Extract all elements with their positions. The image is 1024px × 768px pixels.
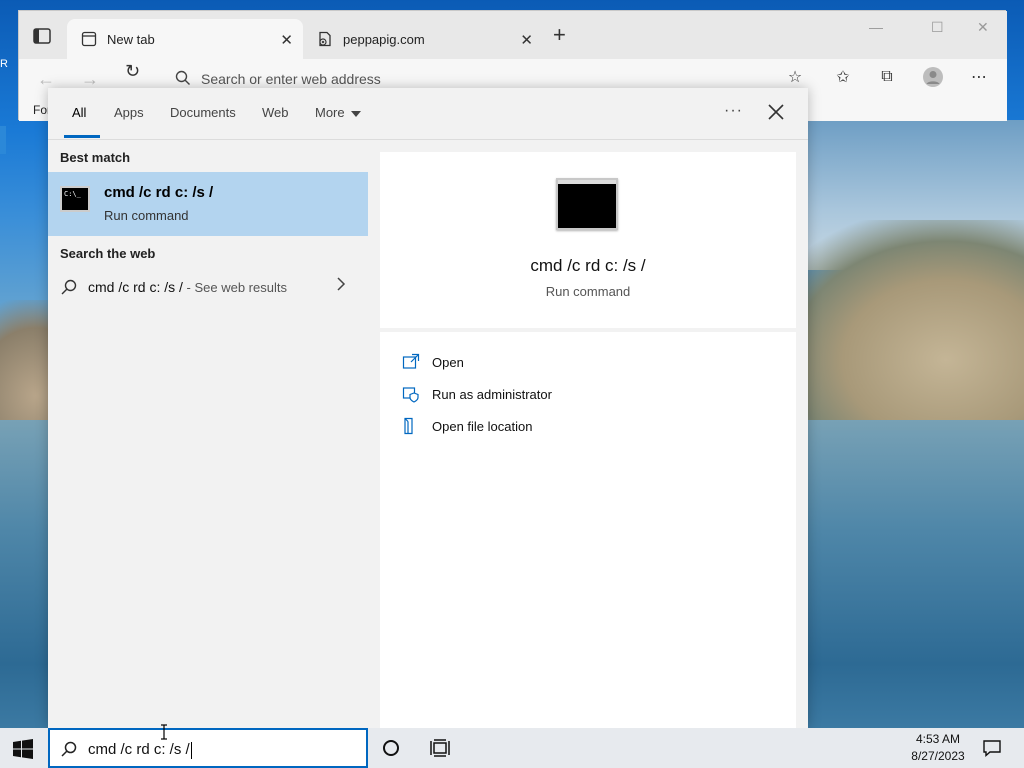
web-result-query: cmd /c rd c: /s /: [88, 279, 183, 295]
favorites-icon[interactable]: ✩: [831, 65, 855, 89]
web-result-hint: - See web results: [182, 280, 287, 295]
desktop-icon-partial[interactable]: R: [0, 58, 18, 76]
minimize-icon[interactable]: —: [869, 19, 883, 35]
desktop-icon-partial-2[interactable]: [0, 126, 6, 154]
tab-all[interactable]: All: [72, 105, 86, 120]
collections-icon[interactable]: ⧉: [875, 65, 899, 89]
action-run-as-admin[interactable]: Run as administrator: [402, 382, 552, 406]
search-value: cmd /c rd c: /s /: [88, 741, 190, 758]
web-result-text: cmd /c rd c: /s / - See web results: [88, 279, 287, 295]
new-tab-page-icon: [81, 31, 97, 47]
action-label: Open file location: [432, 418, 533, 434]
tab-more[interactable]: More: [315, 105, 361, 120]
results-list: Best match C:\_ cmd /c rd c: /s / Run co…: [48, 140, 380, 728]
best-match-heading: Best match: [60, 150, 131, 165]
best-match-title: cmd /c rd c: /s /: [104, 184, 214, 201]
command-prompt-icon: C:\_: [60, 186, 90, 212]
file-location-icon: [402, 417, 420, 435]
task-view-icon[interactable]: [430, 738, 450, 758]
search-icon: [60, 740, 78, 763]
web-result-item[interactable]: cmd /c rd c: /s / - See web results: [48, 270, 368, 306]
actions-list: Open Run as administrator Open file loca…: [380, 332, 796, 728]
address-placeholder: Search or enter web address: [201, 71, 381, 87]
tab-peppapig[interactable]: peppapig.com ✕: [303, 19, 543, 59]
taskbar-search-input[interactable]: cmd /c rd c: /s /: [48, 728, 368, 768]
tab-new-tab[interactable]: New tab ✕: [67, 19, 303, 59]
notification-center-icon[interactable]: [982, 738, 1002, 758]
more-options-icon[interactable]: ⋯: [967, 65, 991, 89]
tab-apps[interactable]: Apps: [114, 105, 144, 120]
shield-icon: [402, 385, 420, 403]
maximize-icon[interactable]: ☐: [931, 19, 944, 36]
cortana-icon[interactable]: [383, 740, 399, 756]
new-tab-button[interactable]: +: [553, 24, 566, 46]
tab-documents[interactable]: Documents: [170, 105, 236, 120]
tab-more-label: More: [315, 105, 345, 120]
refresh-icon[interactable]: ↻: [125, 61, 140, 82]
best-match-item[interactable]: C:\_ cmd /c rd c: /s / Run command: [48, 172, 368, 236]
mouse-text-cursor-icon: [160, 724, 168, 740]
preview-title: cmd /c rd c: /s /: [530, 256, 646, 275]
action-open[interactable]: Open: [402, 350, 464, 374]
search-icon: [60, 278, 78, 301]
tab-actions-icon: [33, 28, 51, 44]
search-filter-tabs: All Apps Documents Web More ···: [48, 88, 808, 140]
search-icon: [175, 70, 191, 89]
system-clock[interactable]: 4:53 AM 8/27/2023: [900, 731, 976, 765]
start-search-panel: All Apps Documents Web More ··· Best mat…: [48, 88, 808, 728]
command-prompt-large-icon: [556, 178, 618, 230]
tab-web[interactable]: Web: [262, 105, 289, 120]
close-icon[interactable]: [764, 100, 788, 124]
chevron-right-icon[interactable]: [336, 276, 346, 297]
action-label: Open: [432, 354, 464, 370]
action-label: Run as administrator: [432, 386, 552, 402]
tab-label: peppapig.com: [343, 31, 425, 47]
taskbar-search-text: cmd /c rd c: /s /: [88, 741, 192, 759]
page-error-icon: [317, 31, 333, 47]
action-open-file-location[interactable]: Open file location: [402, 414, 532, 438]
tab-actions-button[interactable]: [31, 25, 53, 47]
best-match-subtitle: Run command: [104, 208, 189, 223]
clock-date: 8/27/2023: [911, 749, 965, 763]
search-web-heading: Search the web: [60, 246, 156, 261]
active-tab-indicator: [64, 135, 100, 138]
chevron-down-icon: [350, 110, 361, 117]
preview-pane: cmd /c rd c: /s / Run command Open Run a…: [380, 152, 796, 728]
profile-avatar-icon[interactable]: [921, 65, 945, 89]
text-caret: [190, 741, 192, 759]
tab-label: New tab: [107, 31, 155, 47]
more-options-icon[interactable]: ···: [724, 102, 743, 120]
close-window-icon[interactable]: ✕: [977, 19, 989, 36]
windows-start-icon[interactable]: [12, 738, 34, 760]
open-icon: [402, 353, 420, 371]
preview-subtitle: Run command: [545, 284, 631, 299]
back-icon[interactable]: ←: [37, 69, 55, 90]
close-tab-icon[interactable]: ✕: [280, 31, 293, 49]
add-favorite-icon[interactable]: ☆: [783, 65, 807, 89]
preview-card: cmd /c rd c: /s / Run command: [380, 152, 796, 328]
tab-strip: New tab ✕ peppapig.com ✕ + — ☐ ✕: [19, 11, 1007, 59]
clock-time: 4:53 AM: [915, 732, 961, 746]
taskbar: cmd /c rd c: /s / 4:53 AM 8/27/2023: [0, 728, 1024, 768]
close-tab-icon[interactable]: ✕: [520, 31, 533, 49]
forward-icon[interactable]: →: [81, 69, 99, 90]
